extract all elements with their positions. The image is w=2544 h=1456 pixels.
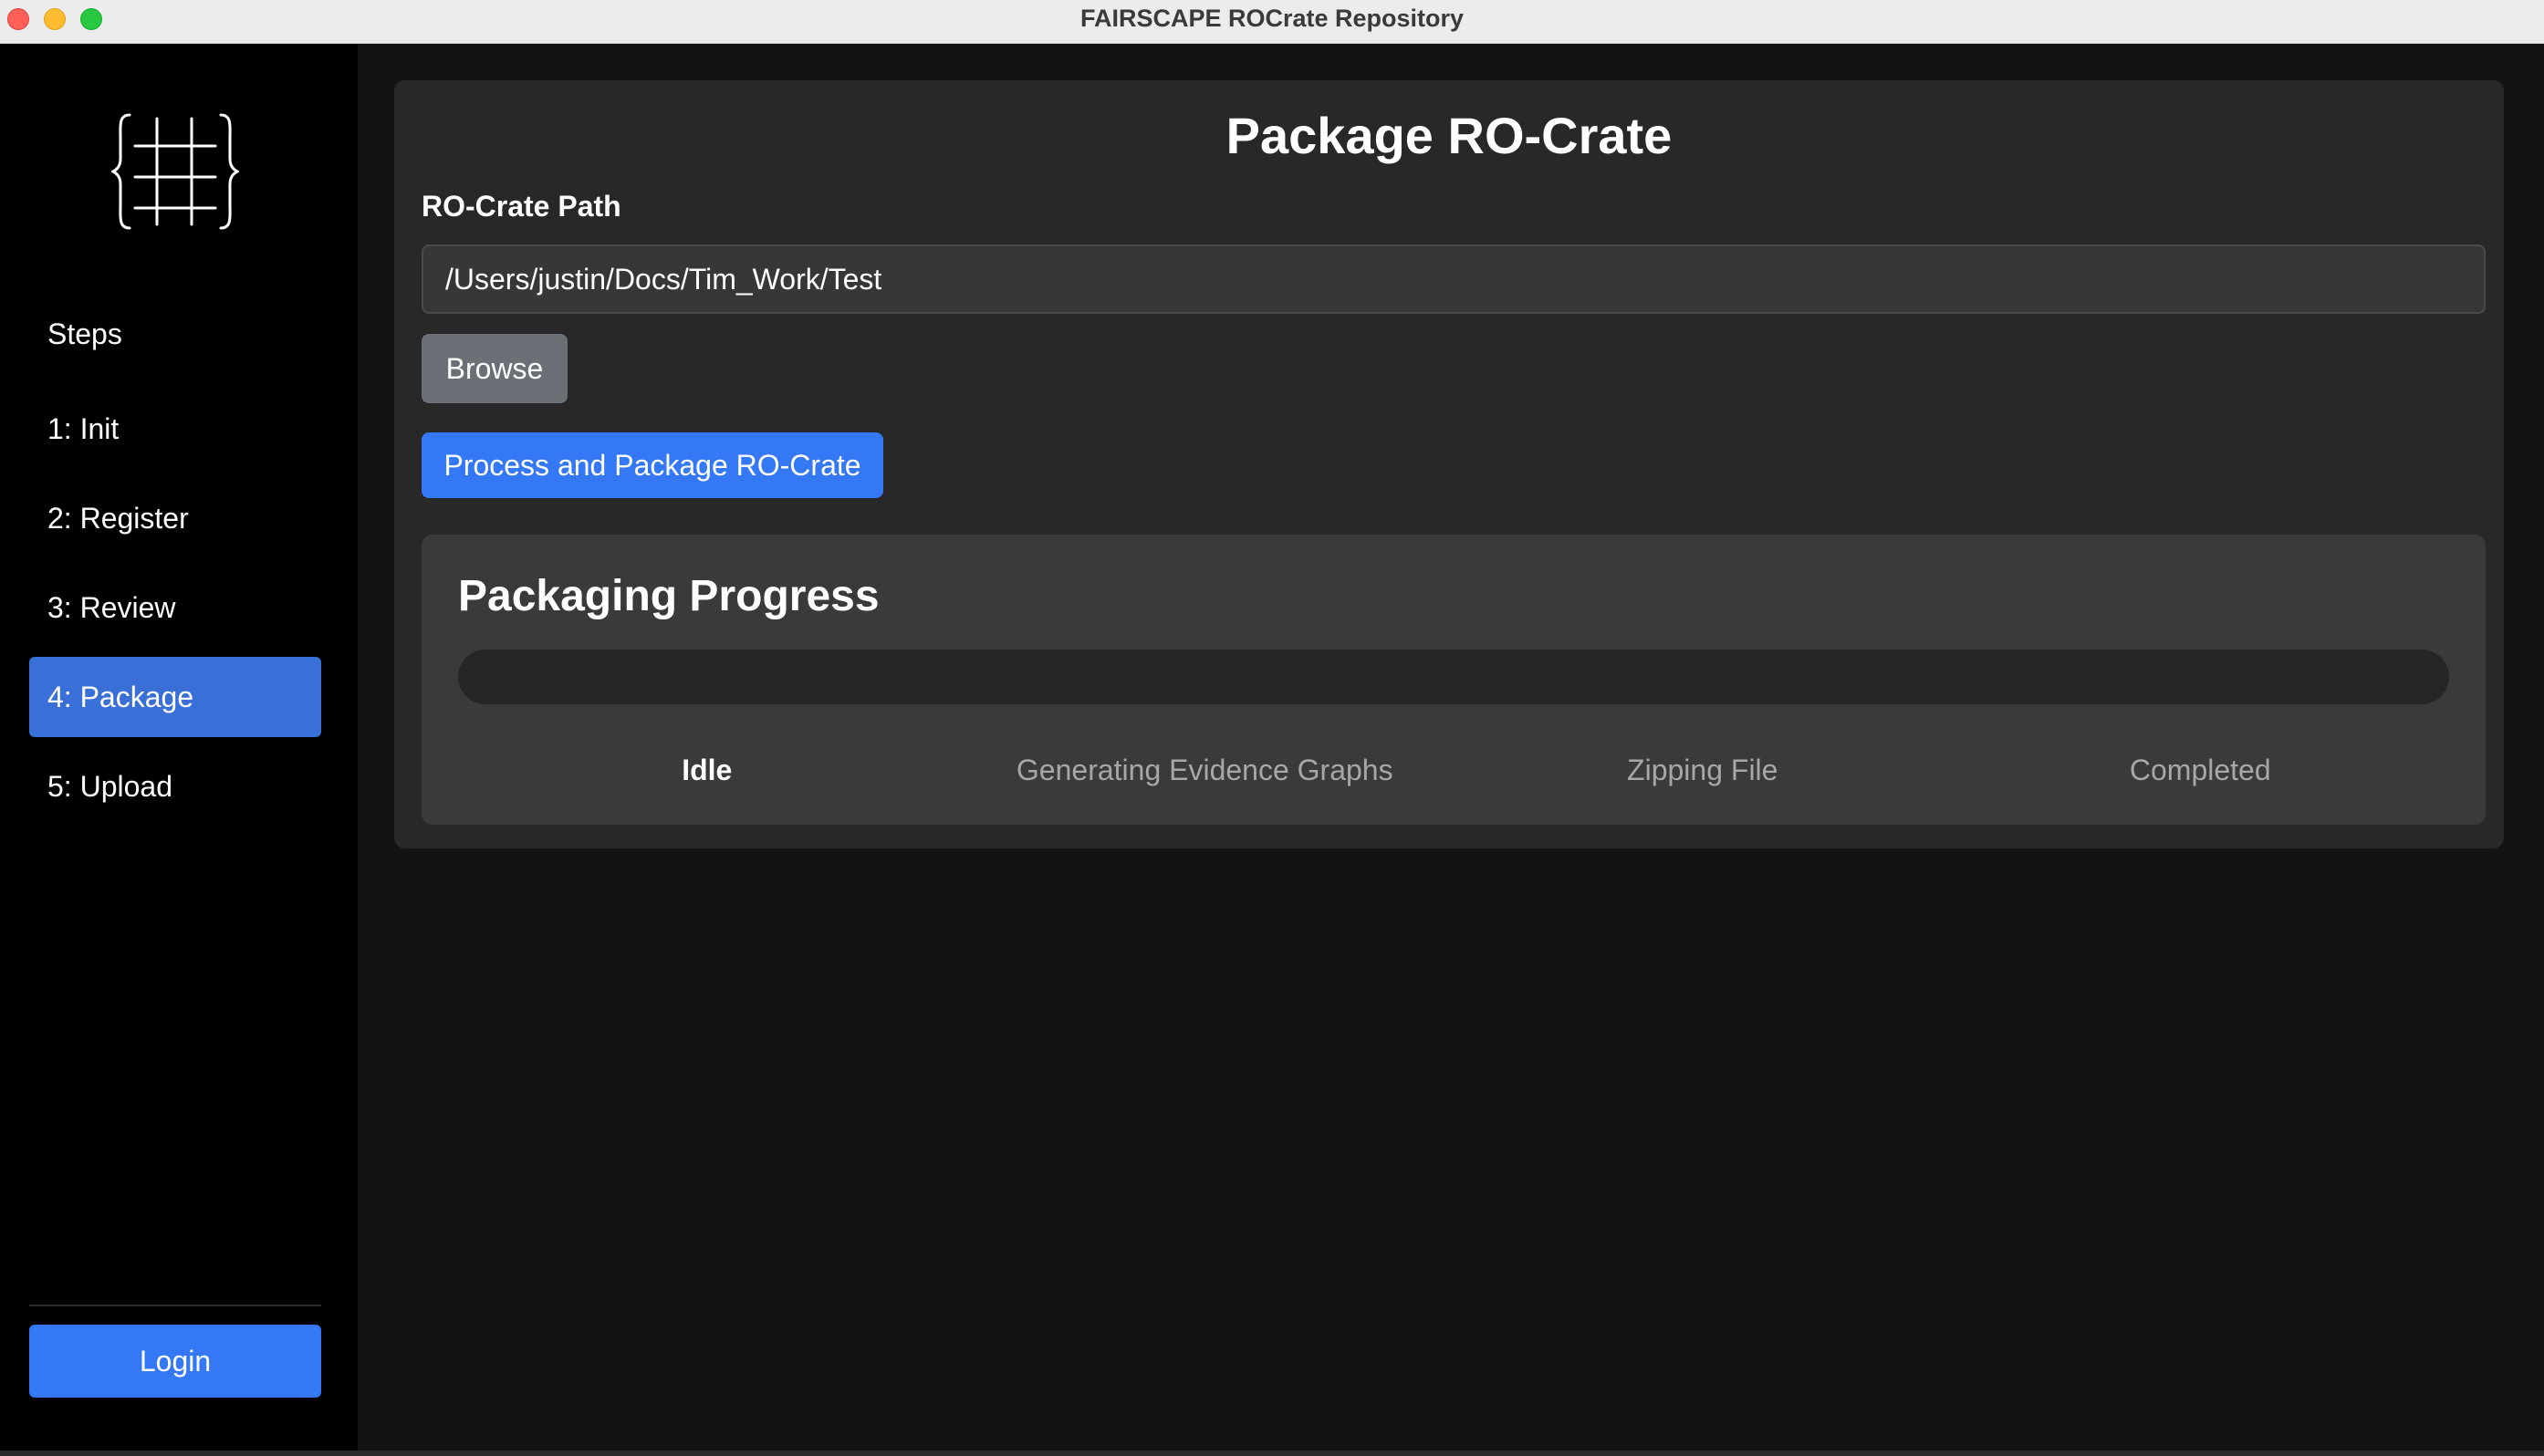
- bottom-strip: [0, 1451, 2544, 1456]
- stage-generating-evidence-graphs: Generating Evidence Graphs: [1016, 754, 1393, 786]
- browse-button[interactable]: Browse: [422, 334, 568, 403]
- progress-stages: Idle Generating Evidence Graphs Zipping …: [458, 754, 2449, 794]
- progress-title: Packaging Progress: [458, 572, 880, 620]
- app-window: FAIRSCAPE ROCrate Repository Steps 1: In…: [0, 0, 2544, 1456]
- title-bar: FAIRSCAPE ROCrate Repository: [0, 0, 2544, 44]
- sidebar-item-review[interactable]: 3: Review: [29, 567, 321, 648]
- sidebar-item-label: 5: Upload: [47, 770, 172, 803]
- login-button[interactable]: Login: [29, 1325, 321, 1398]
- sidebar-item-register[interactable]: 2: Register: [29, 478, 321, 558]
- sidebar-item-label: 1: Init: [47, 412, 120, 445]
- page-title: Package RO-Crate: [1225, 107, 1673, 164]
- window-title: FAIRSCAPE ROCrate Repository: [1079, 5, 1465, 32]
- sidebar-item-package[interactable]: 4: Package: [29, 657, 321, 737]
- sidebar-item-label: 2: Register: [47, 502, 189, 535]
- stage-zipping-file: Zipping File: [1627, 754, 1778, 786]
- sidebar-item-upload[interactable]: 5: Upload: [29, 746, 321, 827]
- stage-idle: Idle: [682, 754, 733, 786]
- process-package-button[interactable]: Process and Package RO-Crate: [422, 432, 883, 498]
- stage-completed: Completed: [2129, 754, 2271, 786]
- path-input[interactable]: [422, 244, 2486, 314]
- path-label: RO-Crate Path: [422, 190, 621, 223]
- steps-heading: Steps: [47, 317, 122, 350]
- sidebar-item-label: 4: Package: [47, 681, 194, 713]
- packaging-progress-panel: Packaging Progress Idle Generating Evide…: [422, 535, 2486, 825]
- main-content: Package RO-Crate RO-Crate Path Browse Pr…: [358, 44, 2544, 1456]
- sidebar: Steps 1: Init 2: Register 3: Review 4: P…: [0, 44, 358, 1456]
- package-card: Package RO-Crate RO-Crate Path Browse Pr…: [394, 80, 2504, 848]
- sidebar-item-init[interactable]: 1: Init: [29, 389, 321, 469]
- sidebar-divider: [29, 1305, 321, 1306]
- progress-bar: [458, 650, 2449, 704]
- sidebar-item-label: 3: Review: [47, 591, 176, 624]
- braces-grid-logo-icon: [109, 108, 241, 235]
